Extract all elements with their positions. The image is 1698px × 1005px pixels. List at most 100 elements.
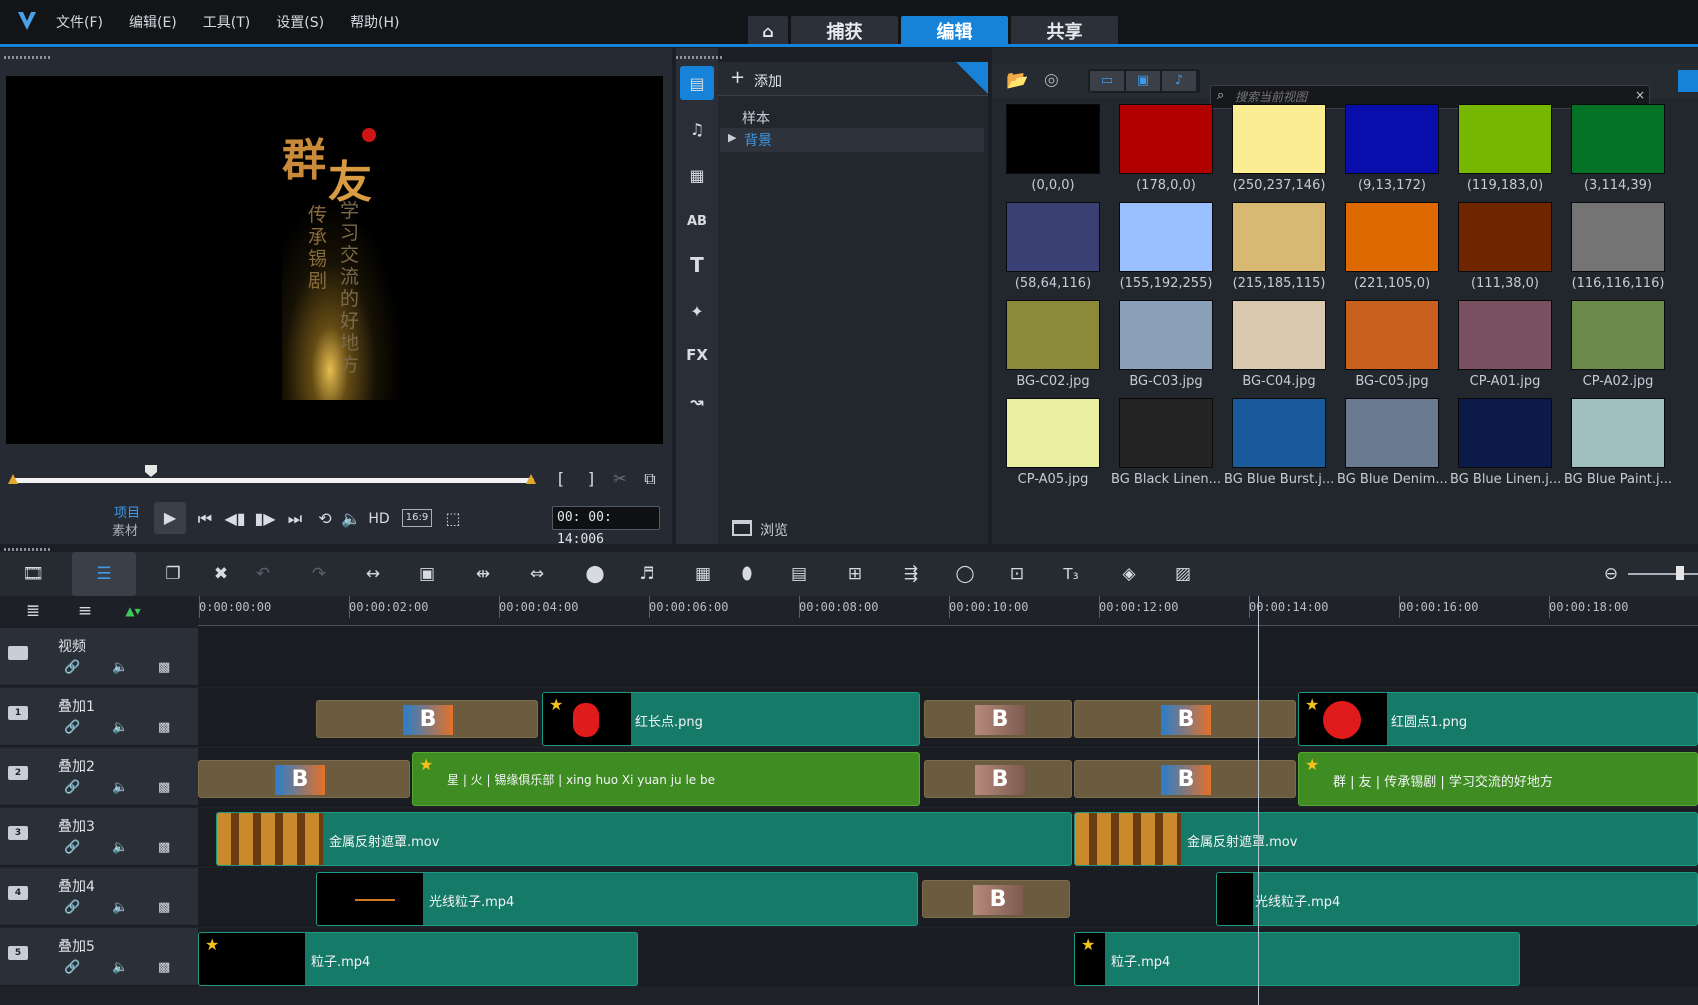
track-header[interactable]: 3 叠加3 🔗 🔈 ▩ [0, 808, 198, 866]
multicam-icon[interactable]: ▦ [686, 552, 720, 596]
graphics-icon[interactable]: ✦ [680, 294, 714, 328]
expand-arrow-icon[interactable]: ▶ [728, 131, 736, 144]
thumbnail-item[interactable]: (215,185,115) [1224, 202, 1334, 298]
pan-zoom-icon[interactable]: ◯ [948, 552, 982, 596]
video-filter-icon[interactable]: ▭ [1090, 71, 1124, 91]
photo-filter-icon[interactable]: ▣ [1126, 71, 1160, 91]
clip-particles[interactable]: ★ 粒子.mp4 [198, 932, 638, 986]
thumbnail-item[interactable]: (9,13,172) [1337, 104, 1447, 200]
add-icon[interactable]: + [730, 67, 745, 88]
undo-icon[interactable]: ↶ [246, 552, 280, 596]
clip-metal-mask-2[interactable]: 金属反射遮罩.mov [1074, 812, 1698, 866]
panel-grip[interactable] [4, 548, 50, 551]
paint-icon[interactable]: ◈ [1112, 552, 1146, 596]
transition-clip[interactable]: B [922, 880, 1070, 918]
capture-icon[interactable]: ◎ [1044, 70, 1059, 90]
aspect-ratio-button[interactable]: 16:9 [402, 509, 432, 527]
transition-clip[interactable]: B [1074, 700, 1296, 738]
clip-red-round-dot[interactable]: ★ 红圆点1.png [1298, 692, 1698, 746]
zoom-slider[interactable] [1628, 573, 1698, 575]
track-grid-icon[interactable]: ▩ [158, 960, 170, 975]
clip-metal-mask[interactable]: 金属反射遮罩.mov [216, 812, 1072, 866]
clear-search-icon[interactable]: × [1635, 88, 1645, 102]
folder-background-row[interactable]: ▶ 背景 [720, 128, 984, 152]
link-icon[interactable]: 🔗 [64, 780, 80, 795]
track-header[interactable]: 2 叠加2 🔗 🔈 ▩ [0, 748, 198, 806]
lane-overlay-2[interactable]: B ★ 星 | 火 | 锡缘俱乐部 | xing huo Xi yuan ju … [198, 748, 1698, 806]
add-track-icon[interactable]: ≡ [68, 589, 102, 633]
ripple-icon[interactable]: ⇔ [520, 552, 554, 596]
thumbnail-item[interactable]: (0,0,0) [998, 104, 1108, 200]
lane-overlay-4[interactable]: 光线粒子.mp4 B 光线粒子.mp4 [198, 868, 1698, 926]
tools-icon[interactable]: ✖ [204, 552, 238, 596]
thumbnail-item[interactable]: (3,114,39) [1563, 104, 1673, 200]
zoom-slider-thumb[interactable] [1676, 566, 1684, 580]
thumbnail-item[interactable]: BG-C02.jpg [998, 300, 1108, 396]
split-icon[interactable]: ✂ [608, 460, 632, 498]
lane-video[interactable] [198, 628, 1698, 686]
track-grid-icon[interactable]: ▩ [158, 720, 170, 735]
redo-icon[interactable]: ↷ [302, 552, 336, 596]
next-frame-icon[interactable]: ▮▶ [252, 500, 278, 538]
track-header[interactable]: 1 叠加1 🔗 🔈 ▩ [0, 688, 198, 746]
scrub-head[interactable] [144, 464, 158, 478]
thumbnail-item[interactable]: (178,0,0) [1111, 104, 1221, 200]
thumbnail-item[interactable]: BG Black Linen... [1111, 398, 1221, 494]
track-header[interactable]: 5 叠加5 🔗 🔈 ▩ [0, 928, 198, 986]
link-icon[interactable]: 🔗 [64, 720, 80, 735]
link-icon[interactable]: 🔗 [64, 840, 80, 855]
repeat-icon[interactable]: ⟲ [312, 500, 338, 538]
lane-overlay-1[interactable]: B ★ 红长点.png B B ★ 红圆点1.png [198, 688, 1698, 746]
tab-share[interactable]: 共享 [1011, 16, 1118, 46]
pin-icon[interactable] [956, 62, 988, 94]
thumbnail-item[interactable]: BG-C04.jpg [1224, 300, 1334, 396]
thumbnail-item[interactable]: BG-C03.jpg [1111, 300, 1221, 396]
track-manager-icon[interactable]: ≣ [16, 589, 50, 633]
browse-icon[interactable] [732, 520, 752, 536]
thumbnail-item[interactable]: CP-A02.jpg [1563, 300, 1673, 396]
timeline-ruler[interactable]: 0:00:00:00 00:00:02:00 00:00:04:00 00:00:06… [198, 596, 1698, 626]
play-button[interactable]: ▶ [154, 502, 186, 534]
clip-red-long-dot[interactable]: ★ 红长点.png [542, 692, 920, 746]
menu-settings[interactable]: 设置(S) [276, 12, 324, 32]
track-volume-icon[interactable]: 🔈 [112, 840, 128, 855]
thumbnail-item[interactable]: (119,183,0) [1450, 104, 1560, 200]
track-grid-icon[interactable]: ▩ [158, 660, 170, 675]
transition-clip[interactable]: B [924, 700, 1072, 738]
panel-grip[interactable] [676, 56, 722, 59]
link-icon[interactable]: 🔗 [64, 900, 80, 915]
folder-samples[interactable]: 样本 [742, 108, 770, 128]
path-icon[interactable]: ↝ [680, 384, 714, 418]
home-tab[interactable]: ⌂ [748, 16, 788, 46]
thumbnail-item[interactable]: (58,64,116) [998, 202, 1108, 298]
thumbnail-item[interactable]: (221,105,0) [1337, 202, 1447, 298]
mode-clip[interactable]: 素材 [112, 520, 138, 539]
transition-clip[interactable]: B [924, 760, 1072, 798]
transition-clip[interactable]: B [1074, 760, 1296, 798]
audio-library-icon[interactable]: ♫ [680, 112, 714, 146]
track-grid-icon[interactable]: ▩ [158, 900, 170, 915]
link-icon[interactable]: 🔗 [64, 660, 80, 675]
mark-out-button[interactable]: ] [580, 460, 602, 498]
track-grid-icon[interactable]: ▩ [158, 840, 170, 855]
track-volume-icon[interactable]: 🔈 [112, 900, 128, 915]
panel-grip[interactable] [4, 56, 50, 59]
tab-capture[interactable]: 捕获 [791, 16, 898, 46]
track-volume-icon[interactable]: 🔈 [112, 720, 128, 735]
mode-project[interactable]: 项目 [114, 502, 140, 521]
media-library-icon[interactable]: ▤ [680, 66, 714, 100]
import-folder-icon[interactable]: 📂 [1006, 70, 1028, 91]
multi-trim-icon[interactable]: ▨ [1166, 552, 1200, 596]
clip-light-particles-2[interactable]: 光线粒子.mp4 [1216, 872, 1698, 926]
mark-in-button[interactable]: [ [550, 460, 572, 498]
transition-icon[interactable]: AB [680, 204, 714, 238]
preview-screen[interactable]: 群 友 传承锡剧 学习交流的好地方 [6, 76, 663, 444]
record-screen-icon[interactable]: ▣ [410, 552, 444, 596]
playhead-line[interactable] [1258, 596, 1259, 1005]
track-grid-icon[interactable]: ▩ [158, 780, 170, 795]
title-clip-group-friends[interactable]: ★ 群 | 友 | 传承锡剧 | 学习交流的好地方 [1298, 752, 1698, 806]
audio-waveform-icon[interactable]: ♬ [630, 552, 664, 596]
thumbnail-item[interactable]: BG Blue Burst.j... [1224, 398, 1334, 494]
timecode-field[interactable]: 00: 00: 14:006 [552, 506, 660, 547]
title-3d-icon[interactable]: T₃ [1054, 552, 1088, 596]
